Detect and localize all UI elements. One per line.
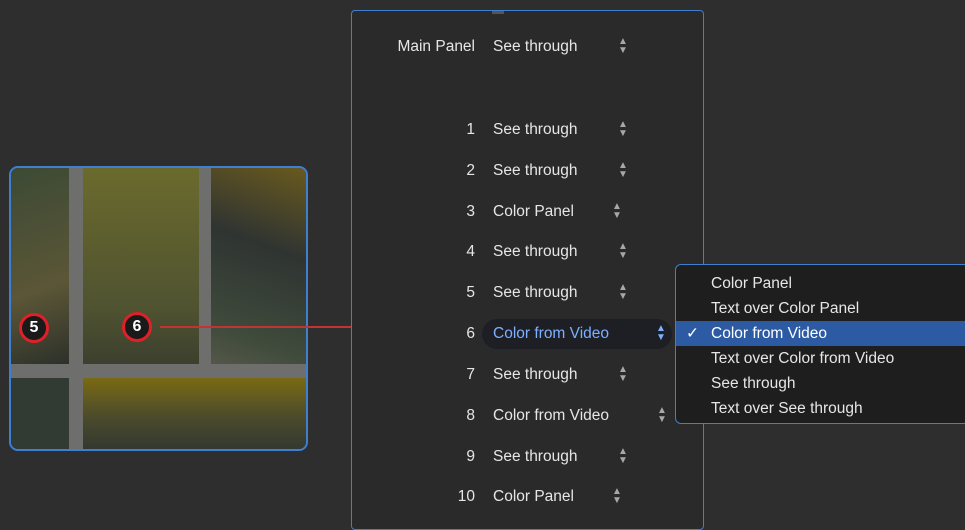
row-label: 4 [466,243,475,260]
panel-marker-6: 6 [122,312,152,342]
checkmark-icon: ✓ [686,325,699,342]
updown-stepper-icon[interactable]: ▲ ▼ [618,120,628,139]
row-panel-8: 8 Color from Video ▲ ▼ [352,404,705,428]
row-label: 6 [466,325,475,342]
row-label: 9 [466,448,475,465]
menu-item-label: Color from Video [711,325,828,342]
preview-tile [11,378,69,449]
panel-4-select[interactable]: See through [493,243,577,261]
updown-stepper-icon[interactable]: ▲ ▼ [657,406,667,425]
updown-stepper-icon[interactable]: ▲ ▼ [618,283,628,302]
panel-6-select[interactable]: Color from Video [493,325,609,343]
row-label: Main Panel [397,38,475,55]
preview-divider-vertical [69,168,83,449]
row-panel-6: 6 Color from Video ▲ ▼ [352,319,705,349]
updown-stepper-icon[interactable]: ▲ ▼ [612,202,622,221]
menu-item-color-panel[interactable]: Color Panel [676,271,965,296]
preview-tile [83,378,306,449]
row-panel-9: 9 See through ▲ ▼ [352,445,705,469]
preview-tile [211,168,306,368]
panel-10-select[interactable]: Color Panel [493,488,574,506]
updown-stepper-icon[interactable]: ▲ ▼ [618,161,628,180]
menu-item-label: See through [711,375,796,392]
preview-divider-horizontal [11,364,306,378]
layout-preview [9,166,308,451]
layout-inspector: Main Panel See through ▲ ▼ 1 See through … [351,10,704,530]
scroll-edge-indicator [492,11,504,14]
updown-stepper-icon[interactable]: ▲ ▼ [618,365,628,384]
updown-stepper-icon[interactable]: ▲ ▼ [612,487,622,506]
row-panel-2: 2 See through ▲ ▼ [352,159,705,183]
row-label: 1 [466,121,475,138]
row-label: 3 [466,203,475,220]
updown-stepper-icon[interactable]: ▲ ▼ [656,324,666,343]
row-panel-1: 1 See through ▲ ▼ [352,118,705,142]
menu-item-label: Color Panel [711,275,792,292]
updown-stepper-icon[interactable]: ▲ ▼ [618,447,628,466]
panel-7-select[interactable]: See through [493,366,577,384]
row-panel-3: 3 Color Panel ▲ ▼ [352,200,705,224]
row-panel-5: 5 See through ▲ ▼ [352,281,705,305]
row-panel-4: 4 See through ▲ ▼ [352,240,705,264]
preview-divider-vertical [199,168,211,368]
updown-stepper-icon[interactable]: ▲ ▼ [618,37,628,56]
row-panel-7: 7 See through ▲ ▼ [352,363,705,387]
main-panel-select[interactable]: See through [493,38,577,56]
panel-marker-5: 5 [19,313,49,343]
row-label: 7 [466,366,475,383]
menu-item-label: Text over Color Panel [711,300,860,317]
menu-item-label: Text over Color from Video [711,350,895,367]
row-label: 10 [457,488,475,505]
panel-9-select[interactable]: See through [493,448,577,466]
menu-item-color-from-video[interactable]: ✓ Color from Video [676,321,965,346]
menu-item-text-over-color-from-video[interactable]: Text over Color from Video [676,346,965,371]
menu-item-text-over-see-through[interactable]: Text over See through [676,396,965,421]
updown-stepper-icon[interactable]: ▲ ▼ [618,242,628,261]
panel-8-select[interactable]: Color from Video [493,407,609,425]
panel-1-select[interactable]: See through [493,121,577,139]
panel-3-select[interactable]: Color Panel [493,203,574,221]
row-label: 8 [466,407,475,424]
panel-style-dropdown: Color Panel Text over Color Panel ✓ Color… [675,264,965,424]
panel-2-select[interactable]: See through [493,162,577,180]
row-label: 5 [466,284,475,301]
row-panel-10: 10 Color Panel ▲ ▼ [352,485,705,509]
row-main-panel: Main Panel See through ▲ ▼ [352,35,705,59]
menu-item-text-over-color-panel[interactable]: Text over Color Panel [676,296,965,321]
panel-5-select[interactable]: See through [493,284,577,302]
menu-item-label: Text over See through [711,400,863,417]
row-label: 2 [466,162,475,179]
menu-item-see-through[interactable]: See through [676,371,965,396]
